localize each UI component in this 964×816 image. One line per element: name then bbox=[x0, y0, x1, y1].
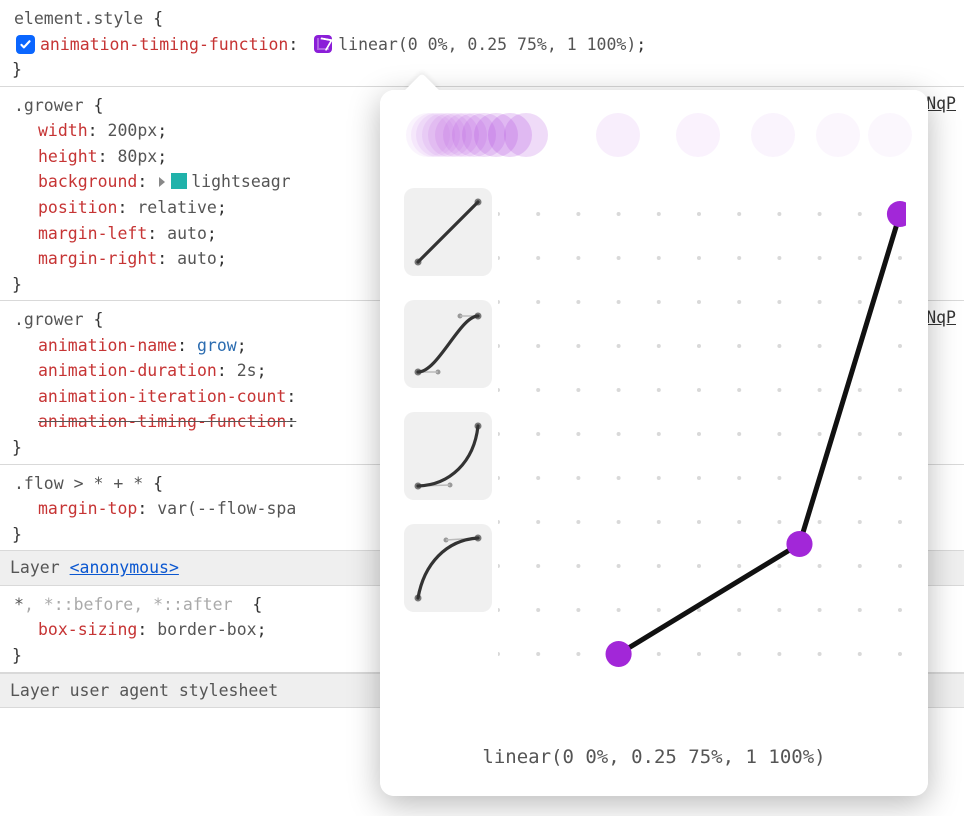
curve-point-start[interactable] bbox=[606, 641, 632, 667]
source-link[interactable]: NqP bbox=[926, 91, 956, 117]
enable-checkbox[interactable] bbox=[16, 35, 35, 54]
selector[interactable]: *, *::before, *::after bbox=[14, 595, 242, 614]
property-declaration[interactable]: animation-timing-function: linear(0 0%, … bbox=[16, 32, 954, 58]
preset-linear[interactable] bbox=[404, 188, 492, 276]
close-brace: } bbox=[12, 57, 954, 83]
curve-point-mid[interactable] bbox=[786, 531, 812, 557]
anonymous-layer-link[interactable]: <anonymous> bbox=[70, 558, 179, 577]
easing-presets bbox=[404, 188, 492, 612]
expand-triangle-icon[interactable] bbox=[159, 177, 165, 187]
selector[interactable]: .grower bbox=[14, 310, 84, 329]
source-link[interactable]: NqP bbox=[926, 305, 956, 331]
preset-ease-in-out[interactable] bbox=[404, 300, 492, 388]
easing-value-readout: linear(0 0%, 0.25 75%, 1 100%) bbox=[380, 743, 928, 772]
color-swatch-icon[interactable] bbox=[171, 173, 187, 189]
selector[interactable]: .grower bbox=[14, 96, 84, 115]
preset-ease-in[interactable] bbox=[404, 412, 492, 500]
open-brace: { bbox=[153, 9, 163, 28]
selector[interactable]: element.style bbox=[14, 9, 143, 28]
property-value[interactable]: linear(0 0%, 0.25 75%, 1 100%) bbox=[338, 35, 636, 54]
property-name[interactable]: animation-timing-function bbox=[40, 35, 288, 54]
easing-swatch-icon[interactable] bbox=[314, 35, 332, 53]
rule-element-style[interactable]: element.style { animation-timing-functio… bbox=[0, 0, 964, 87]
easing-curve-editor[interactable] bbox=[498, 174, 906, 694]
animation-preview-strip bbox=[406, 110, 908, 160]
selector[interactable]: .flow > * + * bbox=[14, 474, 143, 493]
easing-editor-popover: linear(0 0%, 0.25 75%, 1 100%) bbox=[380, 90, 928, 796]
curve-point-end[interactable] bbox=[887, 201, 906, 227]
preset-ease-out[interactable] bbox=[404, 524, 492, 612]
